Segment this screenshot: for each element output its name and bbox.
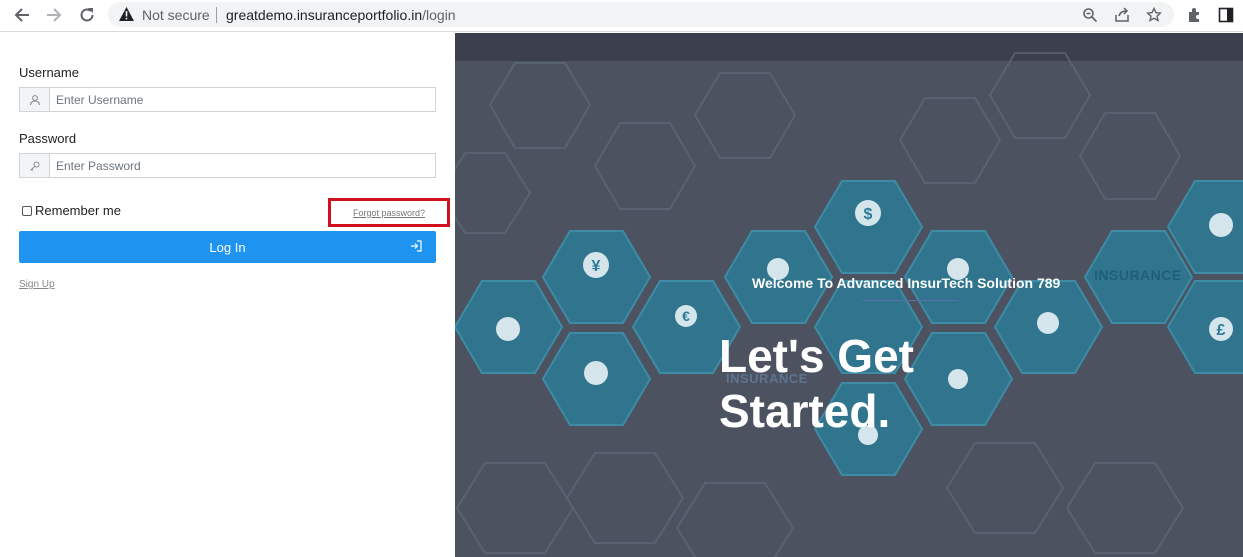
hex-insurance-text-1: INSURANCE xyxy=(1094,267,1182,283)
share-icon[interactable] xyxy=(1112,5,1132,25)
svg-text:$: $ xyxy=(864,206,873,223)
extensions-icon[interactable] xyxy=(1184,4,1206,26)
password-label: Password xyxy=(19,131,77,146)
username-input-group xyxy=(19,87,436,112)
url-domain: greatdemo.insuranceportfolio.in xyxy=(226,7,423,23)
username-input[interactable] xyxy=(50,88,435,111)
sign-up-link[interactable]: Sign Up xyxy=(19,279,55,290)
side-panel-icon[interactable] xyxy=(1215,4,1237,26)
hexagon-background: $ ¥ € £ xyxy=(455,52,1243,557)
omnibox-divider xyxy=(216,7,217,23)
warning-icon[interactable] xyxy=(118,6,135,27)
forward-icon[interactable] xyxy=(42,4,66,26)
sign-in-icon xyxy=(410,240,422,255)
url-path: /login xyxy=(422,7,456,23)
login-button[interactable]: Log In xyxy=(19,231,436,263)
svg-text:£: £ xyxy=(1217,322,1226,339)
bookmark-star-icon[interactable] xyxy=(1144,5,1164,25)
password-input[interactable] xyxy=(50,154,435,177)
browser-toolbar: Not secure greatdemo.insuranceportfolio.… xyxy=(0,0,1243,32)
remember-me-checkbox[interactable] xyxy=(22,205,32,216)
hero-headline: Let's Get Started. xyxy=(719,330,914,437)
address-bar[interactable]: Not secure greatdemo.insuranceportfolio.… xyxy=(108,2,1174,27)
key-icon xyxy=(20,154,50,177)
zoom-icon[interactable] xyxy=(1080,5,1100,25)
user-icon xyxy=(20,88,50,111)
login-panel: Username Password Remember me Forgot pas… xyxy=(0,33,455,557)
forgot-password-link[interactable]: Forgot password? xyxy=(353,208,425,218)
reload-icon[interactable] xyxy=(75,4,99,26)
welcome-underline xyxy=(862,300,958,301)
back-icon[interactable] xyxy=(10,4,34,26)
svg-text:€: € xyxy=(682,308,690,324)
login-button-label: Log In xyxy=(209,239,246,255)
url-text[interactable]: greatdemo.insuranceportfolio.in/login xyxy=(226,7,456,23)
forgot-password-highlight: Forgot password? xyxy=(328,198,450,227)
password-input-group xyxy=(19,153,436,178)
username-label: Username xyxy=(19,65,79,80)
remember-me[interactable]: Remember me xyxy=(22,203,121,218)
security-label[interactable]: Not secure xyxy=(142,7,210,23)
welcome-text: Welcome To Advanced InsurTech Solution 7… xyxy=(752,275,1061,291)
remember-me-label: Remember me xyxy=(35,203,121,218)
hero-panel: $ ¥ € £ INSURANCE INSURANCE Welcome To A… xyxy=(455,33,1243,557)
svg-text:¥: ¥ xyxy=(592,258,601,275)
